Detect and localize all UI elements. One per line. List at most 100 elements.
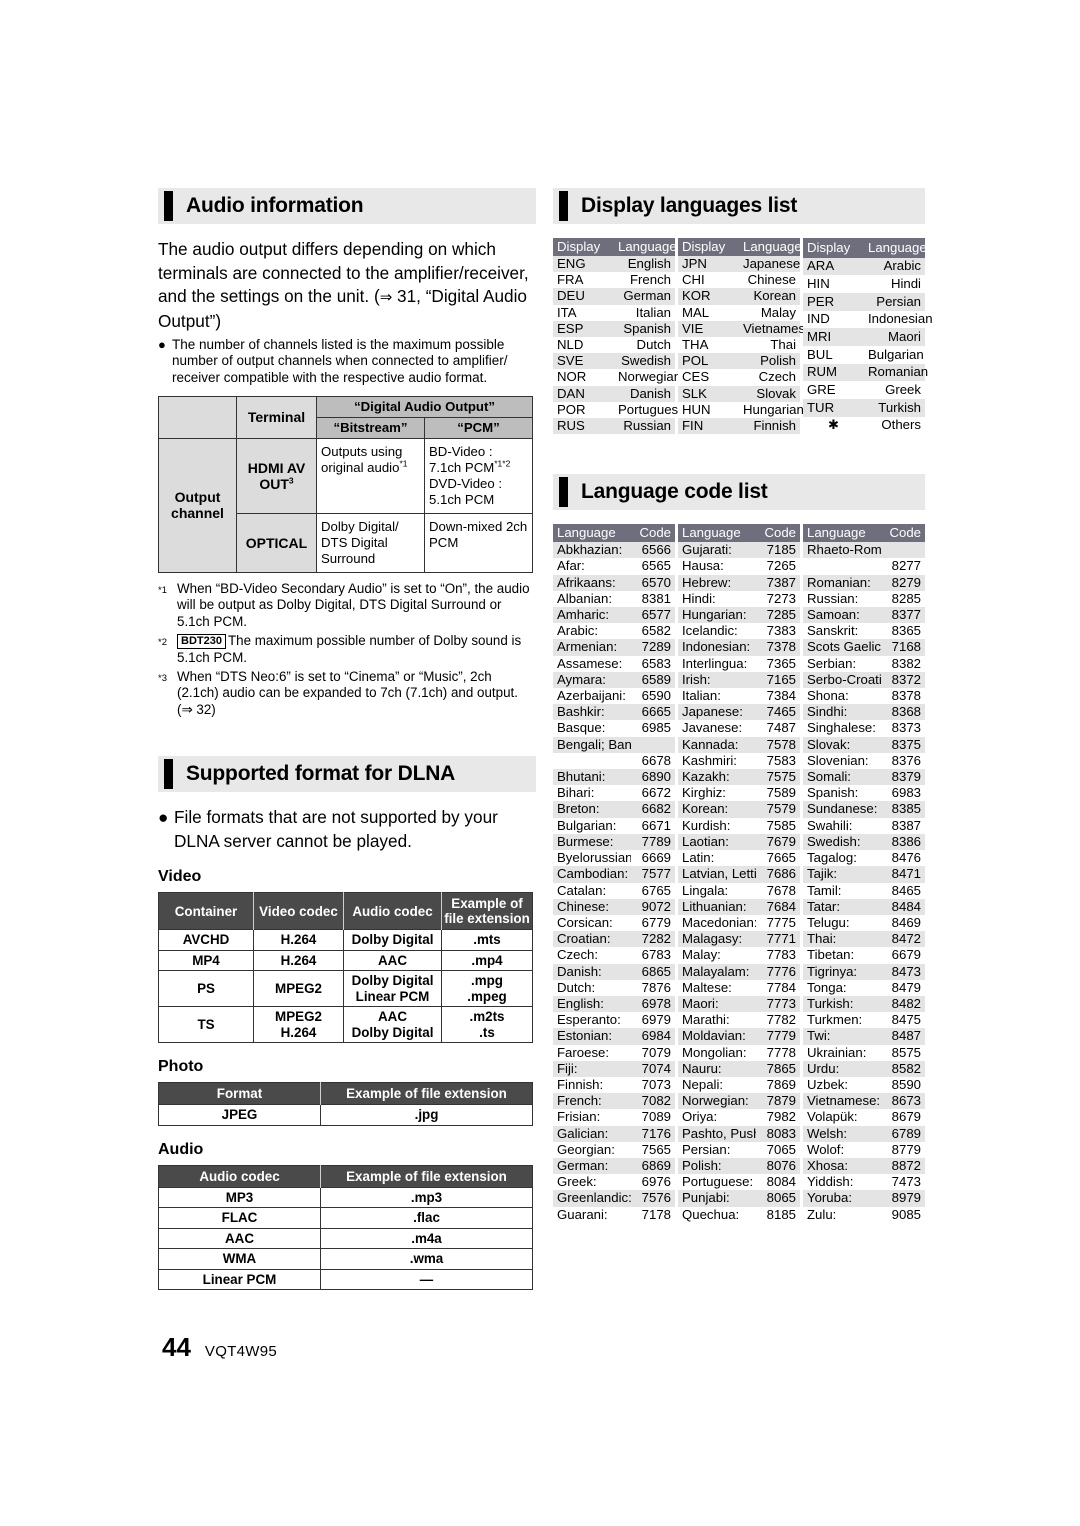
footnote-1: *1 When “BD-Video Secondary Audio” is se… <box>158 581 536 630</box>
cell-language-name: Chinese <box>739 272 800 289</box>
table-row: Wolof: 8779 <box>803 1141 925 1158</box>
cell-container: AVCHD <box>158 929 254 951</box>
cell-language-name: Nepali: <box>678 1076 756 1094</box>
table-row: Basque: 6985 <box>553 720 675 737</box>
cell-language-name: Dutch <box>614 337 675 354</box>
cell-language-name: Russian <box>614 418 675 435</box>
table-row: Abkhazian: 6566 <box>553 542 675 559</box>
table-row: KOR Korean <box>678 288 800 305</box>
hdmi-bitstream-sup: *1 <box>399 458 408 469</box>
cell-language-name: Sundanese: <box>803 801 881 818</box>
section-marker-icon <box>559 477 568 508</box>
table-row: Vietnamese: 8673 <box>803 1093 925 1110</box>
table-row: Malagasy: 7771 <box>678 931 800 948</box>
table-row: MP4 H.264 AAC .mp4 <box>158 949 533 972</box>
cell-language-code: 7665 <box>756 850 800 867</box>
table-row: Icelandic: 7383 <box>678 623 800 640</box>
table-row: SLK Slovak <box>678 385 800 402</box>
footnote-2-mark: *2 <box>158 637 167 649</box>
table-row: MRI Maori <box>803 328 925 346</box>
cell-language-name: Kazakh: <box>678 769 756 786</box>
terminal-hdmi-cell: HDMI AV OUT3 <box>236 437 317 514</box>
cell-display-code: THA <box>678 337 739 354</box>
cell-extension: .flac <box>320 1207 533 1229</box>
cell-language-code: 6890 <box>631 769 675 786</box>
dlna-bullet: ● File formats that are not supported by… <box>158 806 536 853</box>
table-row: Lithuanian: 7684 <box>678 898 800 915</box>
cell-audio-codec: Linear PCM <box>158 1268 321 1291</box>
table-row: Czech: 6783 <box>553 947 675 964</box>
cell-display-code: GRE <box>803 381 864 399</box>
table-row: Bengali; Bangla: <box>553 736 675 753</box>
table-row: Indonesian: 7378 <box>678 639 800 656</box>
table-row: Kurdish: 7585 <box>678 817 800 834</box>
cell-language-name <box>553 752 631 770</box>
table-row: ESP Spanish <box>553 320 675 338</box>
table-row: FLAC .flac <box>158 1207 533 1229</box>
cell-language-name: Finnish: <box>553 1076 631 1094</box>
cell-language-name: Kurdish: <box>678 817 756 834</box>
cell-language-name: Assamese: <box>553 655 631 672</box>
cell-language-name: Shona: <box>803 688 881 705</box>
footnote-3-mark: *3 <box>158 672 167 684</box>
manual-page: Audio information The audio output diffe… <box>0 0 1080 1526</box>
table-row: ✱ Others <box>803 416 925 435</box>
cell-video-codec: H.264 <box>253 929 344 951</box>
table-row: Croatian: 7282 <box>553 931 675 948</box>
cell-language-code: 7773 <box>756 995 800 1013</box>
table-row: Serbo-Croatian:8372 <box>803 671 925 689</box>
section-title: Display languages list <box>581 194 798 217</box>
cell-language-name: Volapük: <box>803 1109 881 1126</box>
table-row: ENG English <box>553 256 675 273</box>
cell-language-name: Serbian: <box>803 655 881 672</box>
cell-language-name: Others <box>864 416 925 435</box>
cell-display-code: NLD <box>553 337 614 354</box>
cell-language-code: 8779 <box>881 1141 925 1158</box>
table-row: HIN Hindi <box>803 275 925 293</box>
table-row: Tamil: 8465 <box>803 882 925 899</box>
table-row: Italian: 7384 <box>678 688 800 705</box>
table-row: Welsh: 6789 <box>803 1125 925 1142</box>
cell-language-name: Hindi <box>864 275 925 293</box>
cell-language-name: Bulgarian <box>864 345 925 364</box>
table-row: Urdu: 8582 <box>803 1060 925 1077</box>
cell-language-name: Greenlandic: <box>553 1190 631 1207</box>
cell-language-name: Polish: <box>678 1157 756 1175</box>
cell-language-name: Esperanto: <box>553 1012 631 1029</box>
table-row: Fiji: 7074 <box>553 1060 675 1077</box>
table-row: FIN Finnish <box>678 418 800 435</box>
table-row: Telugu: 8469 <box>803 914 925 932</box>
cell-language-name: Chinese: <box>553 898 631 915</box>
table-row: Javanese: 7487 <box>678 720 800 737</box>
cell-language-name: Greek: <box>553 1174 631 1191</box>
cell-language-code: 8473 <box>881 963 925 980</box>
table-row: Persian: 7065 <box>678 1141 800 1158</box>
cell-language-name: Burmese: <box>553 833 631 851</box>
cell-language-name: Bihari: <box>553 785 631 802</box>
table-row: Tonga: 8479 <box>803 979 925 996</box>
cell-language-code: 6679 <box>881 947 925 964</box>
table-header-row: Language Code <box>803 524 925 543</box>
cell-language-name: Italian <box>614 304 675 321</box>
cell-language-code: 8365 <box>881 623 925 640</box>
cell-language-name: English: <box>553 995 631 1013</box>
cell-language-code: 8476 <box>881 850 925 867</box>
cell-language-name: Marathi: <box>678 1012 756 1029</box>
cell-language-code: 8372 <box>881 671 925 689</box>
cell-extension: .mp4 <box>441 949 533 972</box>
cell-language-code: 7282 <box>631 931 675 948</box>
cell-language-name: Swedish <box>614 353 675 370</box>
col-language: Language <box>553 524 631 543</box>
section-title: Language code list <box>581 480 768 504</box>
col-language: Language <box>614 238 677 256</box>
output-channel-label: Output channel <box>158 437 237 573</box>
table-row: Afar: 6565 <box>553 558 675 575</box>
cell-language-name: Galician: <box>553 1125 631 1142</box>
table-row: Hebrew: 7387 <box>678 574 800 591</box>
cell-language-name: Corsican: <box>553 914 631 932</box>
table-row: Breton: 6682 <box>553 801 675 818</box>
cell-display-code: KOR <box>678 288 739 305</box>
col-language: Language <box>739 238 802 256</box>
cell-language-name: Korean: <box>678 801 756 818</box>
cell-video-codec: MPEG2 <box>253 970 344 1008</box>
